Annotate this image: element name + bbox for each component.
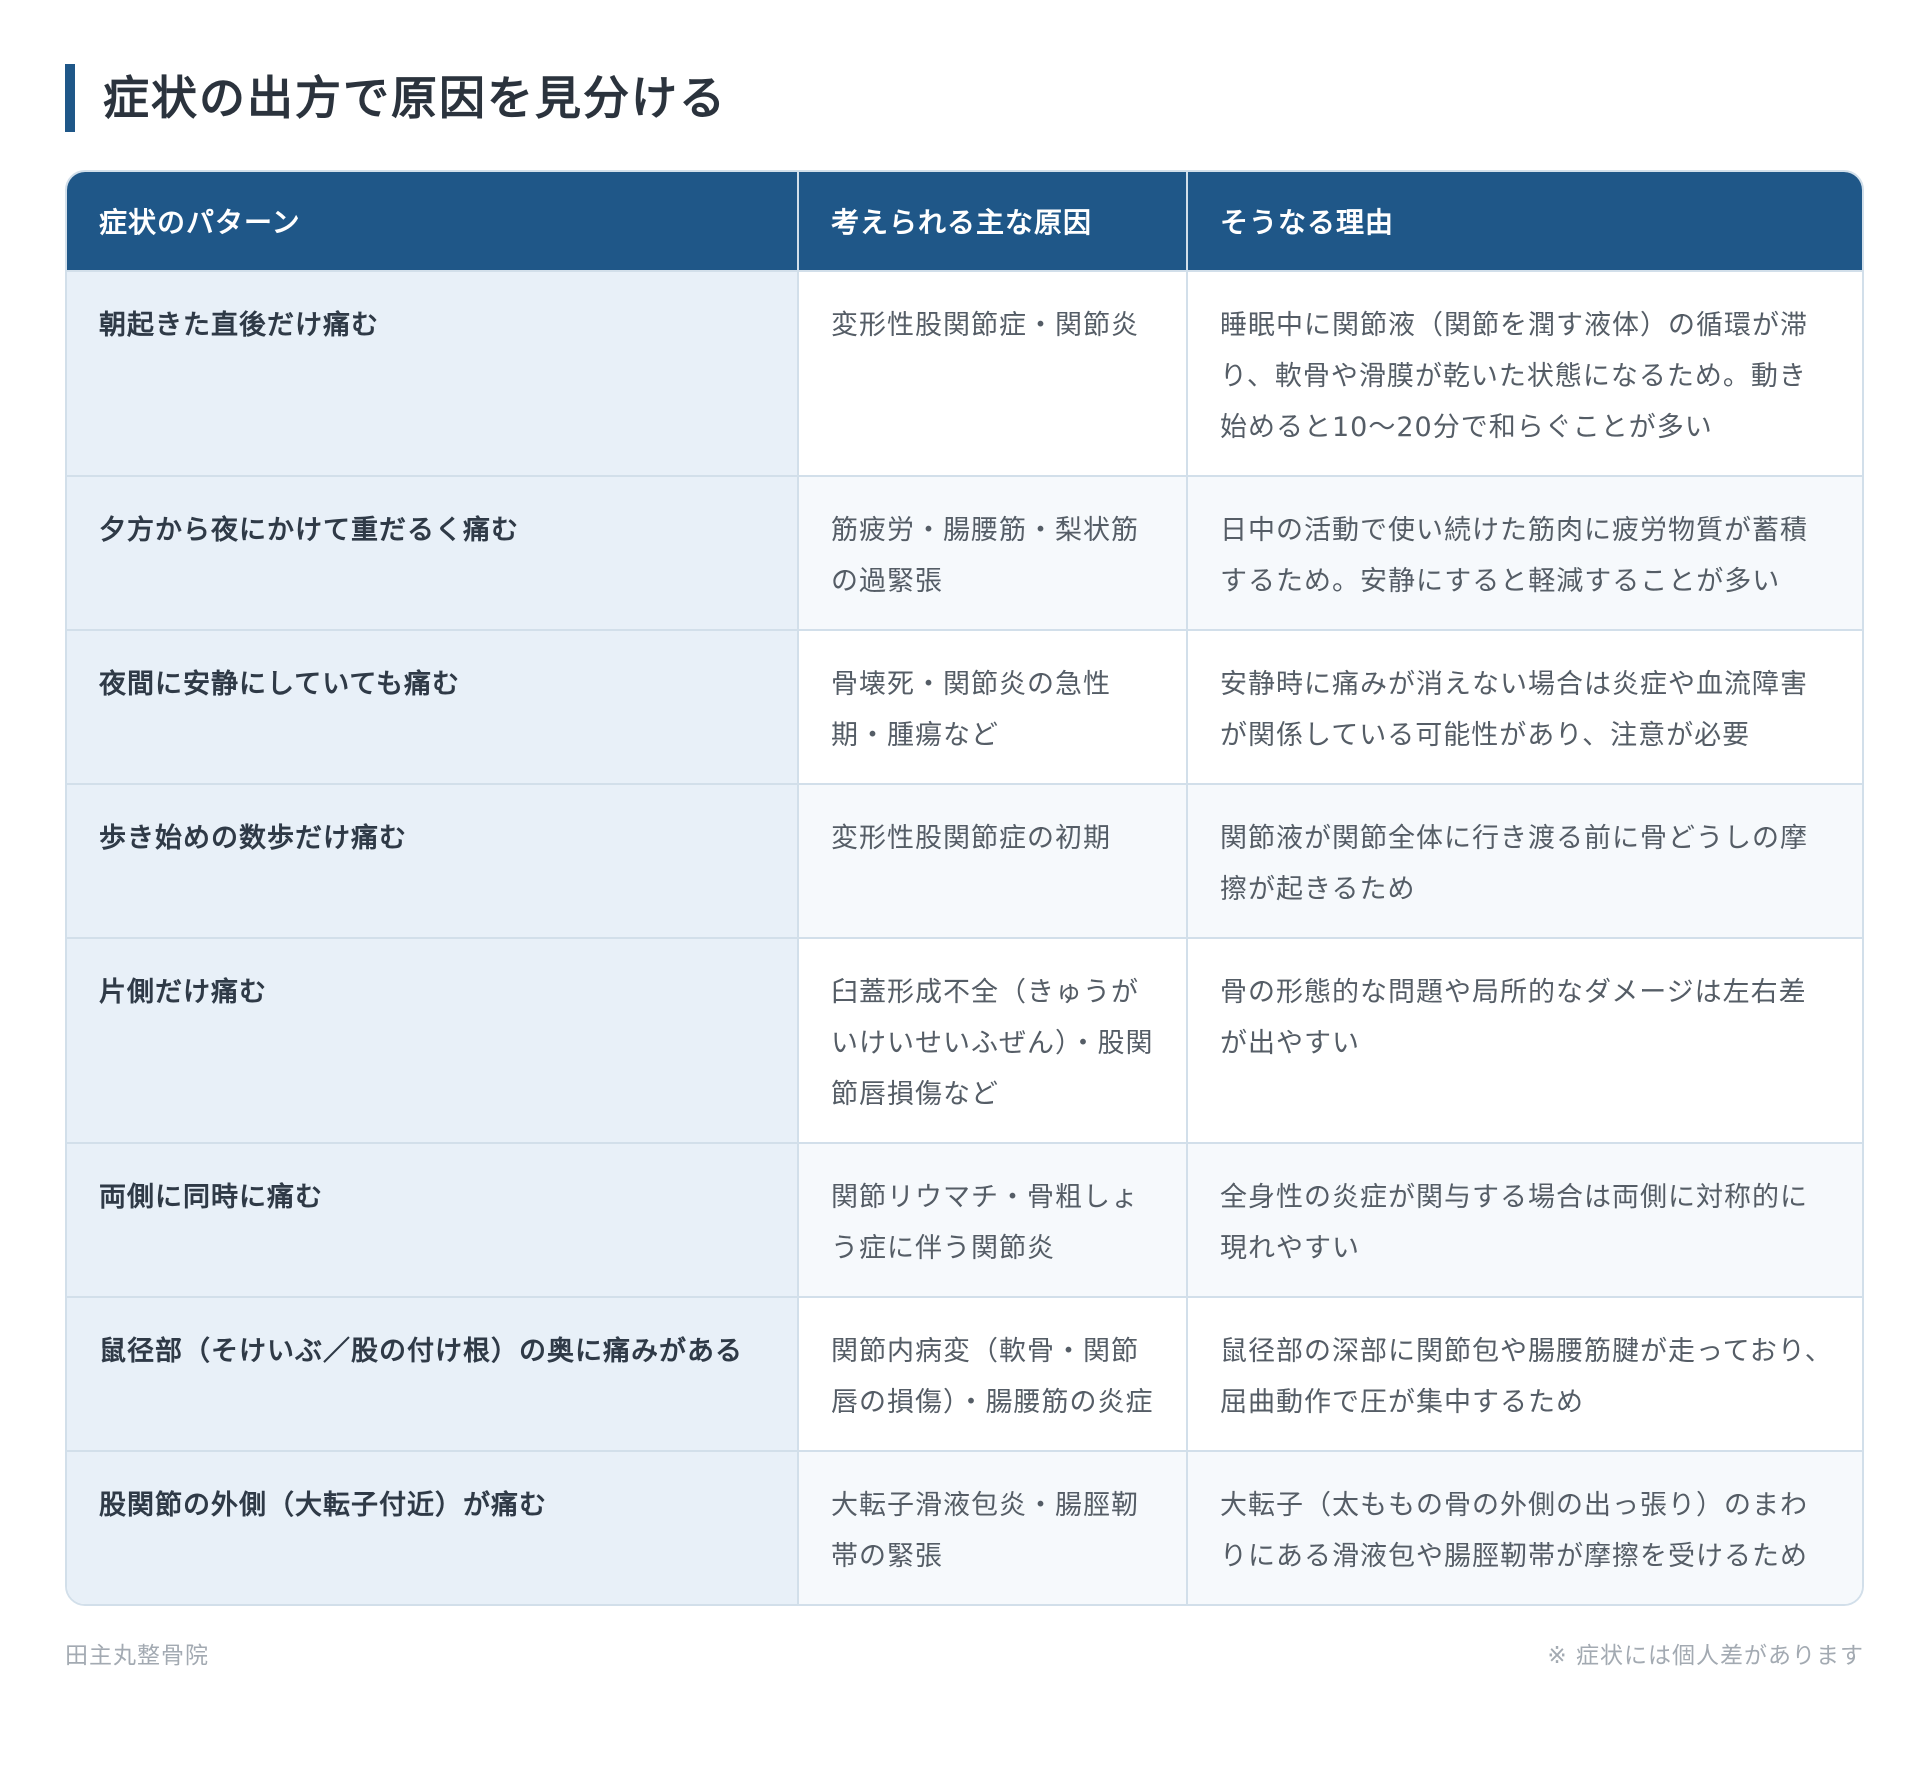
cause-cell: 骨壊死・関節炎の急性期・腫瘍など — [798, 629, 1188, 784]
table-row: 両側に同時に痛む 関節リウマチ・骨粗しょう症に伴う関節炎 全身性の炎症が関与する… — [67, 1142, 1862, 1297]
table-row: 股関節の外側（大転子付近）が痛む 大転子滑液包炎・腸脛靭帯の緊張 大転子（太もも… — [67, 1450, 1862, 1604]
table-row: 夜間に安静にしていても痛む 骨壊死・関節炎の急性期・腫瘍など 安静時に痛みが消え… — [67, 629, 1862, 784]
symptom-table-card: 症状のパターン 考えられる主な原因 そうなる理由 朝起きた直後だけ痛む 変形性股… — [65, 170, 1864, 1606]
reason-cell: 全身性の炎症が関与する場合は両側に対称的に現れやすい — [1187, 1142, 1862, 1297]
table-body: 朝起きた直後だけ痛む 変形性股関節症・関節炎 睡眠中に関節液（関節を潤す液体）の… — [67, 270, 1862, 1604]
cause-cell: 変形性股関節症の初期 — [798, 783, 1188, 938]
cause-cell: 大転子滑液包炎・腸脛靭帯の緊張 — [798, 1450, 1188, 1604]
title-accent-bar — [65, 64, 75, 132]
table-row: 朝起きた直後だけ痛む 変形性股関節症・関節炎 睡眠中に関節液（関節を潤す液体）の… — [67, 270, 1862, 476]
reason-cell: 鼠径部の深部に関節包や腸腰筋腱が走っており、屈曲動作で圧が集中するため — [1187, 1296, 1862, 1451]
table-row: 歩き始めの数歩だけ痛む 変形性股関節症の初期 関節液が関節全体に行き渡る前に骨ど… — [67, 783, 1862, 938]
header-cause: 考えられる主な原因 — [798, 172, 1188, 271]
clinic-name: 田主丸整骨院 — [65, 1643, 209, 1669]
pattern-cell: 片側だけ痛む — [67, 937, 799, 1143]
pattern-cell: 朝起きた直後だけ痛む — [67, 270, 799, 476]
page: 症状の出方で原因を見分ける 症状のパターン 考えられる主な原因 そうなる理由 朝… — [65, 64, 1864, 1670]
reason-cell: 関節液が関節全体に行き渡る前に骨どうしの摩擦が起きるため — [1187, 783, 1862, 938]
pattern-cell: 歩き始めの数歩だけ痛む — [67, 783, 799, 938]
disclaimer-note: ※ 症状には個人差があります — [1547, 1643, 1864, 1669]
pattern-cell: 股関節の外側（大転子付近）が痛む — [67, 1450, 799, 1604]
title-block: 症状の出方で原因を見分ける — [65, 64, 1864, 132]
reason-cell: 睡眠中に関節液（関節を潤す液体）の循環が滞り、軟骨や滑膜が乾いた状態になるため。… — [1187, 270, 1862, 476]
table-header-row: 症状のパターン 考えられる主な原因 そうなる理由 — [67, 172, 1862, 271]
cause-cell: 関節内病変（軟骨・関節唇の損傷）・腸腰筋の炎症 — [798, 1296, 1188, 1451]
reason-cell: 安静時に痛みが消えない場合は炎症や血流障害が関係している可能性があり、注意が必要 — [1187, 629, 1862, 784]
reason-cell: 大転子（太ももの骨の外側の出っ張り）のまわりにある滑液包や腸脛靭帯が摩擦を受ける… — [1187, 1450, 1862, 1604]
pattern-cell: 鼠径部（そけいぶ／股の付け根）の奥に痛みがある — [67, 1296, 799, 1451]
cause-cell: 筋疲労・腸腰筋・梨状筋の過緊張 — [798, 475, 1188, 630]
reason-cell: 日中の活動で使い続けた筋肉に疲労物質が蓄積するため。安静にすると軽減することが多… — [1187, 475, 1862, 630]
symptom-table: 症状のパターン 考えられる主な原因 そうなる理由 朝起きた直後だけ痛む 変形性股… — [67, 172, 1862, 1604]
pattern-cell: 夕方から夜にかけて重だるく痛む — [67, 475, 799, 630]
header-pattern: 症状のパターン — [67, 172, 799, 271]
pattern-cell: 両側に同時に痛む — [67, 1142, 799, 1297]
cause-cell: 変形性股関節症・関節炎 — [798, 270, 1188, 476]
table-row: 片側だけ痛む 臼蓋形成不全（きゅうがいけいせいふぜん）・股関節唇損傷など 骨の形… — [67, 937, 1862, 1143]
cause-cell: 臼蓋形成不全（きゅうがいけいせいふぜん）・股関節唇損傷など — [798, 937, 1188, 1143]
header-reason: そうなる理由 — [1187, 172, 1862, 271]
footer: 田主丸整骨院 ※ 症状には個人差があります — [65, 1636, 1864, 1670]
page-title: 症状の出方で原因を見分ける — [103, 71, 727, 125]
table-header: 症状のパターン 考えられる主な原因 そうなる理由 — [67, 172, 1862, 271]
reason-cell: 骨の形態的な問題や局所的なダメージは左右差が出やすい — [1187, 937, 1862, 1143]
cause-cell: 関節リウマチ・骨粗しょう症に伴う関節炎 — [798, 1142, 1188, 1297]
pattern-cell: 夜間に安静にしていても痛む — [67, 629, 799, 784]
table-row: 鼠径部（そけいぶ／股の付け根）の奥に痛みがある 関節内病変（軟骨・関節唇の損傷）… — [67, 1296, 1862, 1451]
table-row: 夕方から夜にかけて重だるく痛む 筋疲労・腸腰筋・梨状筋の過緊張 日中の活動で使い… — [67, 475, 1862, 630]
